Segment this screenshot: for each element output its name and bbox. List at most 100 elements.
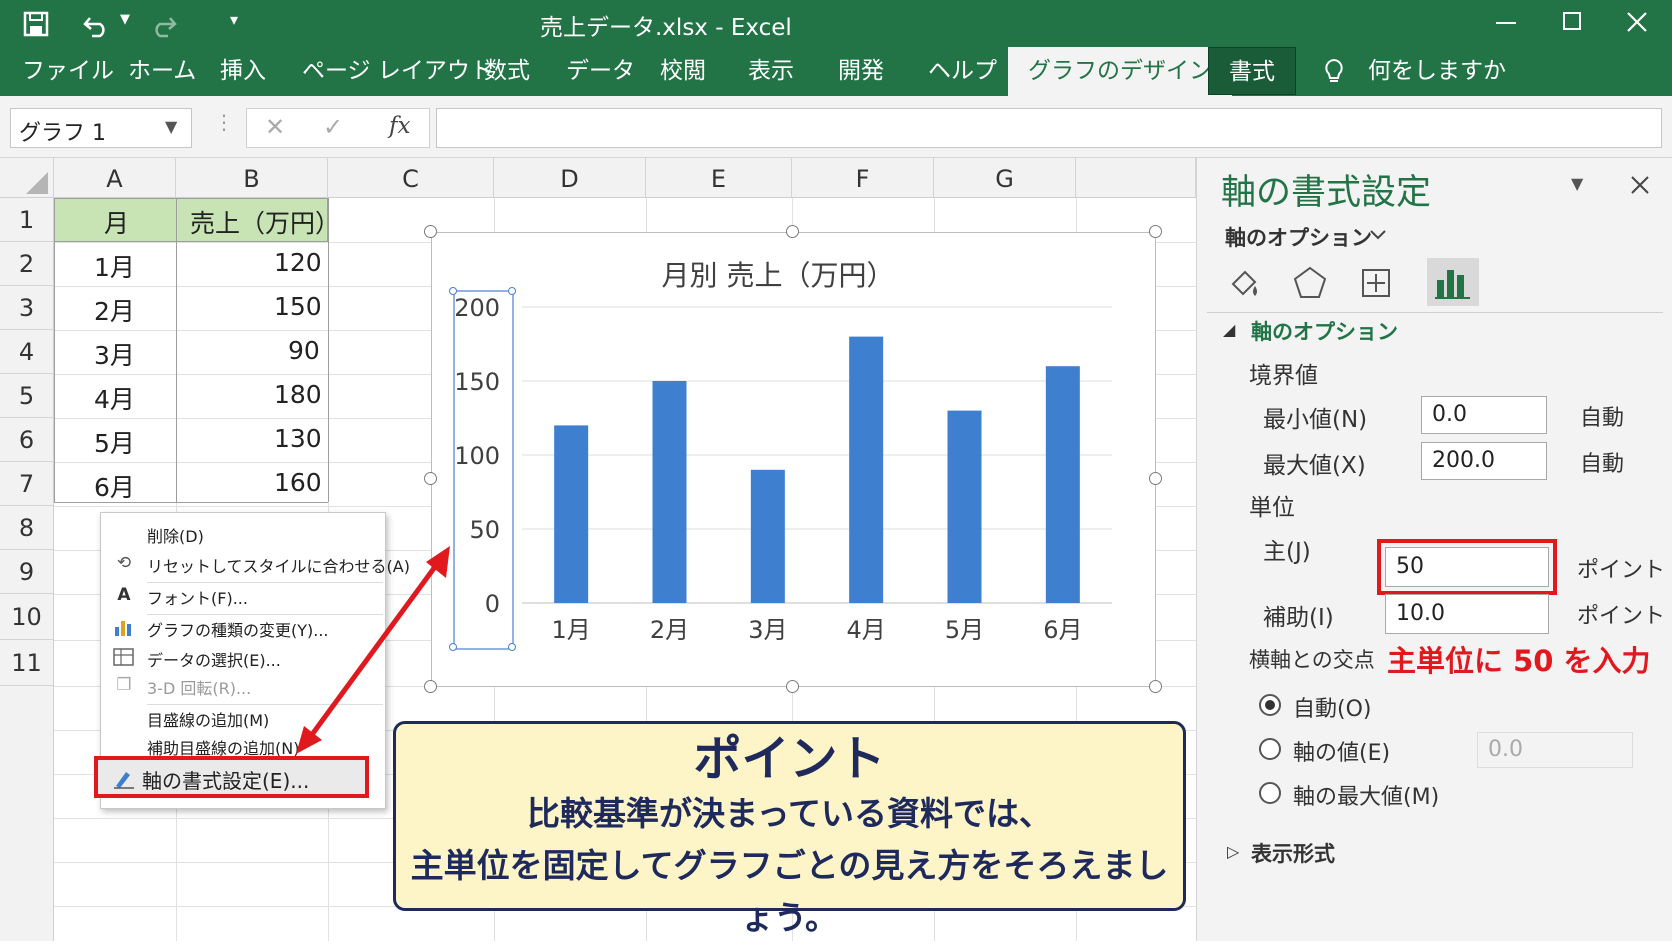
chart-bar[interactable] [1045, 366, 1080, 603]
cell-b6[interactable]: 130 [274, 424, 322, 453]
axis-options-dropdown[interactable]: 軸のオプション [1225, 222, 1372, 252]
header-sales[interactable]: 売上（万円） [190, 204, 340, 240]
tab-format[interactable]: 書式 [1208, 47, 1296, 95]
save-icon[interactable] [22, 10, 50, 38]
enter-icon[interactable]: ✓ [323, 113, 343, 141]
max-value-input[interactable]: 200.0 [1421, 442, 1547, 480]
radio-auto-label[interactable]: 自動(O) [1293, 691, 1371, 723]
section-collapse-icon[interactable]: ◢ [1223, 320, 1235, 339]
tab-help[interactable]: ヘルプ [928, 47, 997, 96]
tab-file[interactable]: ファイル [22, 47, 114, 96]
cell-a6[interactable]: 5月 [94, 424, 135, 460]
chart-bar[interactable] [947, 410, 982, 603]
chart-resize-handle[interactable] [424, 225, 437, 238]
chart-bar[interactable] [554, 425, 589, 603]
axis-selection-handle[interactable] [508, 643, 516, 651]
quick-access-customize-icon[interactable]: ▾ [230, 10, 238, 29]
menu-item-font[interactable]: フォント(F)... [147, 585, 248, 609]
menu-item-select-data[interactable]: データの選択(E)... [147, 647, 281, 671]
chart-resize-handle[interactable] [1149, 472, 1162, 485]
chart-resize-handle[interactable] [1149, 680, 1162, 693]
radio-axis-max[interactable] [1259, 782, 1281, 804]
row-header-4[interactable]: 4 [0, 330, 54, 374]
tab-home[interactable]: ホーム [128, 47, 196, 96]
cancel-icon[interactable]: ✕ [265, 113, 285, 141]
pane-close-icon[interactable] [1629, 174, 1651, 196]
cell-b3[interactable]: 150 [274, 292, 322, 321]
section-display-format[interactable]: 表示形式 [1251, 838, 1335, 868]
major-unit-input[interactable]: 50 [1385, 547, 1549, 587]
axis-selection-handle[interactable] [449, 287, 457, 295]
size-properties-icon[interactable] [1357, 264, 1395, 302]
chevron-down-icon[interactable] [1369, 228, 1387, 242]
tab-review[interactable]: 校閲 [660, 47, 706, 96]
menu-item-format-axis[interactable]: 軸の書式設定(E)... [142, 765, 309, 794]
cell-b5[interactable]: 180 [274, 380, 322, 409]
vertical-axis-selection[interactable] [453, 290, 514, 650]
row-header-2[interactable]: 2 [0, 242, 54, 286]
tab-data[interactable]: データ [566, 47, 635, 96]
cell-b7[interactable]: 160 [274, 468, 322, 497]
radio-axis-value[interactable] [1259, 738, 1281, 760]
minimize-icon[interactable] [1496, 22, 1516, 24]
chart-area[interactable]: 月別 売上（万円） 0 50 100 150 200 1月 2月 3月 4月 5月 6月 [431, 232, 1156, 687]
axis-value-input[interactable]: 0.0 [1477, 732, 1633, 768]
cell-a3[interactable]: 2月 [94, 292, 135, 328]
radio-axis-value-label[interactable]: 軸の値(E) [1293, 735, 1390, 767]
cell-a4[interactable]: 3月 [94, 336, 135, 372]
tell-me-search[interactable]: 何をしますか [1368, 47, 1506, 96]
chart-bar[interactable] [750, 469, 785, 603]
section-axis-options[interactable]: 軸のオプション [1251, 316, 1398, 346]
row-header-3[interactable]: 3 [0, 286, 54, 330]
formula-input[interactable] [436, 108, 1662, 148]
tab-developer[interactable]: 開発 [838, 47, 884, 96]
min-auto-label[interactable]: 自動 [1580, 400, 1624, 432]
chart-bar[interactable] [849, 336, 884, 603]
row-header-1[interactable]: 1 [0, 198, 54, 242]
chart-resize-handle[interactable] [786, 225, 799, 238]
tab-chart-design[interactable]: グラフのデザイン [1008, 47, 1232, 96]
cell-a5[interactable]: 4月 [94, 380, 135, 416]
column-header-h[interactable] [1076, 158, 1196, 198]
tab-view[interactable]: 表示 [748, 47, 794, 96]
min-value-input[interactable]: 0.0 [1421, 396, 1547, 434]
minor-unit-input[interactable]: 10.0 [1385, 594, 1549, 634]
row-header-5[interactable]: 5 [0, 374, 54, 418]
column-header-g[interactable]: G [934, 158, 1076, 198]
row-header-9[interactable]: 9 [0, 550, 54, 594]
column-header-a[interactable]: A [54, 158, 176, 198]
menu-item-add-gridlines[interactable]: 目盛線の追加(M) [147, 707, 269, 731]
maximize-icon[interactable] [1563, 12, 1581, 30]
column-header-b[interactable]: B [176, 158, 328, 198]
undo-dropdown-icon[interactable]: ▼ [120, 12, 130, 27]
row-header-6[interactable]: 6 [0, 418, 54, 462]
row-header-11[interactable]: 11 [0, 640, 54, 686]
cell-a7[interactable]: 6月 [94, 468, 135, 504]
menu-item-delete[interactable]: 削除(D) [147, 523, 204, 547]
row-header-10[interactable]: 10 [0, 594, 54, 640]
column-header-d[interactable]: D [494, 158, 646, 198]
redo-icon[interactable] [148, 10, 178, 38]
column-header-f[interactable]: F [792, 158, 934, 198]
max-auto-label[interactable]: 自動 [1580, 446, 1624, 478]
chart-title[interactable]: 月別 売上（万円） [662, 259, 895, 292]
chart-resize-handle[interactable] [424, 472, 437, 485]
axis-selection-handle[interactable] [508, 287, 516, 295]
fill-line-icon[interactable] [1225, 264, 1263, 302]
function-icon[interactable]: fx [389, 113, 410, 139]
row-header-7[interactable]: 7 [0, 462, 54, 506]
column-header-c[interactable]: C [328, 158, 494, 198]
tab-page-layout[interactable]: ページ レイアウト [302, 47, 493, 96]
section-expand-icon[interactable]: ▷ [1227, 842, 1239, 861]
tab-insert[interactable]: 挿入 [220, 47, 266, 96]
tab-formulas[interactable]: 数式 [484, 47, 530, 96]
select-all-corner[interactable] [0, 158, 54, 198]
effects-icon[interactable] [1291, 264, 1329, 302]
pane-options-dropdown-icon[interactable]: ▼ [1571, 174, 1583, 193]
chart-resize-handle[interactable] [786, 680, 799, 693]
chevron-down-icon[interactable]: ▼ [165, 117, 177, 136]
undo-icon[interactable] [82, 10, 114, 38]
column-header-e[interactable]: E [646, 158, 792, 198]
chart-bar[interactable] [652, 381, 687, 603]
cell-a2[interactable]: 1月 [94, 248, 135, 284]
